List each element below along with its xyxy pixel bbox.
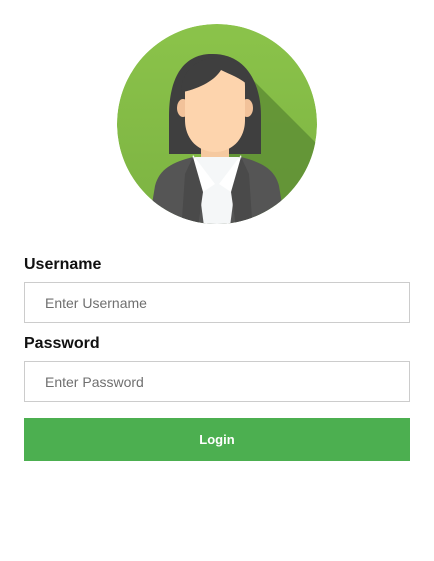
username-label: Username	[24, 256, 102, 273]
password-input[interactable]	[24, 361, 410, 402]
password-label: Password	[24, 335, 100, 352]
avatar	[117, 24, 317, 224]
username-input[interactable]	[24, 282, 410, 323]
woman-avatar-icon	[117, 24, 317, 224]
login-button[interactable]: Login	[24, 418, 410, 461]
login-form: Username Password Login	[24, 253, 410, 461]
